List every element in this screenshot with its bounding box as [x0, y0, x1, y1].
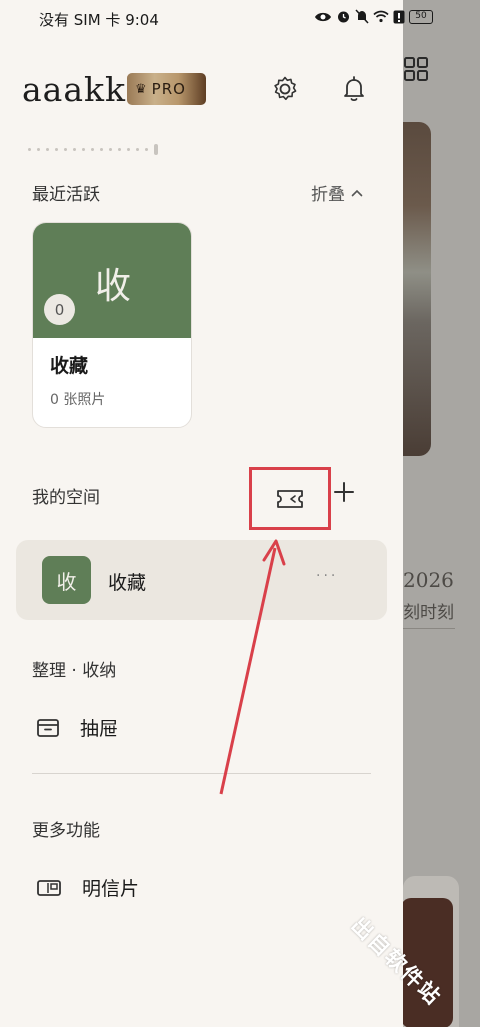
postcard-label: 明信片	[82, 878, 140, 900]
plus-icon	[334, 482, 354, 502]
more-button[interactable]: ···	[316, 568, 338, 584]
more-features-title: 更多功能	[32, 821, 100, 841]
drawer-nav-item[interactable]: 抽屉	[36, 714, 118, 741]
recent-album-card[interactable]: 收 0 收藏 0 张照片	[32, 222, 192, 428]
ticket-icon	[277, 489, 303, 508]
settings-button[interactable]	[270, 74, 300, 104]
background-divider	[403, 628, 455, 629]
space-item-favorites[interactable]: 收 收藏 ···	[16, 540, 387, 620]
crown-icon: ♛	[135, 81, 147, 97]
status-carrier-time: 没有 SIM 卡 9:04	[39, 11, 159, 29]
status-icons: 50	[314, 9, 433, 24]
space-thumb: 收	[42, 556, 91, 604]
grid-icon	[403, 56, 429, 82]
space-name: 收藏	[108, 572, 147, 594]
side-drawer: 没有 SIM 卡 9:04 aaakk ♛ PRO 最近活跃 折叠 收 0 收藏…	[0, 0, 403, 1027]
postcard-nav-item[interactable]: 明信片	[36, 874, 139, 901]
count-badge: 0	[44, 294, 75, 325]
divider	[32, 773, 371, 774]
brand-logo: aaakk	[22, 70, 127, 109]
eye-icon	[315, 12, 331, 21]
notifications-button[interactable]	[339, 74, 369, 104]
fold-label: 折叠	[311, 185, 345, 205]
album-name: 收藏	[50, 355, 89, 377]
background-caption: 刻时刻	[403, 603, 454, 623]
fold-button[interactable]: 折叠	[311, 180, 363, 205]
pro-label: PRO	[151, 80, 186, 98]
cover-char: 收	[95, 266, 132, 307]
battery-indicator: 50	[409, 9, 433, 24]
page-indicator	[28, 144, 158, 155]
drawer-label: 抽屉	[80, 718, 119, 740]
import-button[interactable]	[249, 467, 331, 530]
wifi-icon	[373, 10, 389, 23]
chevron-up-icon	[351, 189, 363, 196]
gear-icon	[274, 76, 297, 101]
my-space-title: 我的空间	[32, 488, 100, 508]
alarm-icon	[338, 11, 349, 23]
bell-icon	[344, 76, 364, 102]
background-photo	[403, 122, 431, 456]
alert-icon	[393, 10, 405, 23]
mute-bell-icon	[355, 9, 369, 24]
background-year: 2026	[403, 568, 454, 592]
drawer-icon	[37, 718, 59, 737]
postcard-icon	[37, 879, 61, 896]
recent-section-title: 最近活跃	[32, 185, 100, 205]
album-photo-count: 0 张照片	[50, 392, 106, 408]
album-cover: 收 0	[33, 223, 191, 338]
add-space-button[interactable]	[330, 478, 358, 506]
pro-badge[interactable]: ♛ PRO	[127, 73, 206, 105]
background-app: 2026 刻时刻	[403, 0, 480, 1027]
organize-section-title: 整理 · 收纳	[32, 661, 117, 681]
